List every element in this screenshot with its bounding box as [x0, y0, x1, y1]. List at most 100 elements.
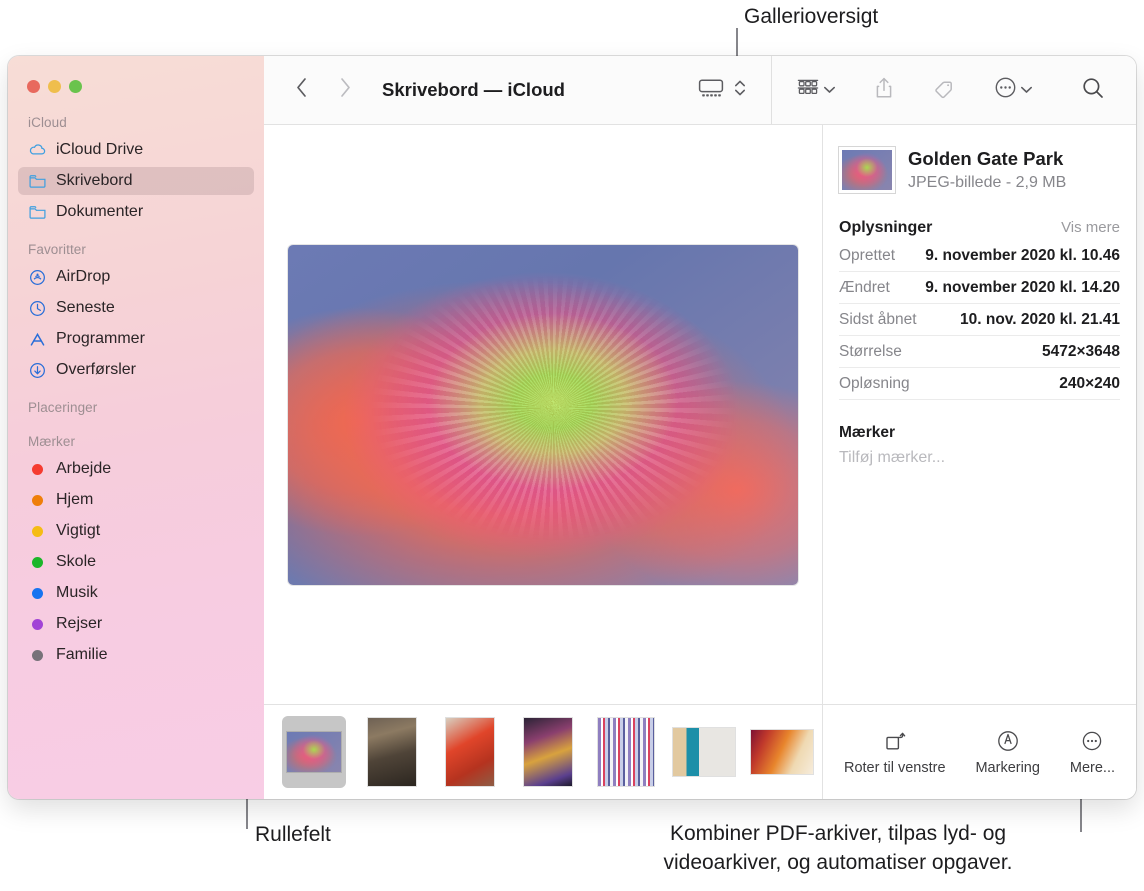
airdrop-icon [28, 268, 47, 287]
minimize-button[interactable] [48, 80, 61, 93]
sidebar-item-tag-familie[interactable]: Familie [18, 641, 254, 669]
row-key: Ændret [839, 279, 890, 296]
sidebar-section-icloud: iCloud [28, 115, 67, 130]
thumbnail-image [751, 730, 813, 774]
sidebar-item-label: Arbejde [56, 460, 112, 477]
thumbnail-image [524, 718, 572, 786]
cloud-icon [28, 141, 47, 160]
tag-button[interactable] [925, 73, 963, 107]
more-actions-button[interactable] [987, 73, 1040, 107]
zoom-button[interactable] [69, 80, 82, 93]
page-title: Skrivebord — iCloud [382, 79, 565, 100]
list-item[interactable] [282, 716, 346, 788]
chevron-down-icon [823, 81, 836, 99]
finder-window: iCloud iCloud Drive Skrivebord Dokumente… [8, 56, 1136, 799]
gallery-view-icon [698, 77, 724, 104]
file-kind-and-size: JPEG-billede - 2,9 MB [908, 174, 1067, 191]
list-item[interactable] [516, 716, 580, 788]
row-value: 5472×3648 [1041, 343, 1120, 360]
preview-column [264, 125, 823, 799]
close-button[interactable] [27, 80, 40, 93]
callout-gallery-leader-line [736, 28, 738, 58]
quick-action-label: Roter til venstre [843, 759, 946, 776]
sidebar: iCloud iCloud Drive Skrivebord Dokumente… [8, 56, 264, 799]
toolbar-group-search [1057, 56, 1136, 124]
list-item[interactable] [438, 716, 502, 788]
sidebar-item-label: Seneste [56, 299, 115, 316]
list-item[interactable] [360, 716, 424, 788]
show-more-link[interactable]: Vis mere [1061, 219, 1120, 236]
thumbnail-image [368, 718, 416, 786]
scrollbar-thumbnail-strip[interactable] [264, 704, 822, 799]
row-key: Oprettet [839, 247, 895, 264]
toolbar: Skrivebord — iCloud [264, 56, 1136, 125]
sidebar-item-label: Skole [56, 553, 97, 570]
callout-scrollbar-label: Rullefelt [255, 823, 331, 846]
sidebar-section-favoritter: Favoritter [28, 242, 87, 257]
tag-dot-icon [28, 646, 47, 665]
list-item[interactable] [750, 716, 814, 788]
screenshot-root: Gallerioversigt Rullefelt Kombiner PDF-a… [0, 0, 1144, 891]
sidebar-item-programmer[interactable]: Programmer [18, 325, 254, 353]
add-tags-input[interactable]: Tilføj mærker... [839, 449, 1120, 467]
back-button[interactable] [286, 75, 316, 105]
quick-actions-bar: Roter til venstre Markering Mere... [823, 704, 1136, 799]
share-button[interactable] [867, 73, 901, 107]
sidebar-item-label: iCloud Drive [56, 141, 144, 158]
forward-button[interactable] [330, 75, 360, 105]
details-heading: Oplysninger [839, 219, 933, 236]
preview-image[interactable] [288, 244, 798, 585]
sidebar-item-label: Familie [56, 646, 108, 663]
tag-dot-icon [28, 460, 47, 479]
list-item[interactable] [594, 716, 658, 788]
chevron-updown-icon [733, 76, 747, 105]
sidebar-item-tag-vigtigt[interactable]: Vigtigt [18, 517, 254, 545]
sidebar-item-icloud-drive[interactable]: iCloud Drive [18, 136, 254, 164]
table-row: Oprettet 9. november 2020 kl. 10.46 [839, 240, 1120, 272]
group-by-icon [796, 77, 820, 104]
sidebar-item-seneste[interactable]: Seneste [18, 294, 254, 322]
share-icon [874, 76, 894, 105]
thumbnail-image [673, 728, 735, 776]
tag-dot-icon [28, 491, 47, 510]
row-key: Sidst åbnet [839, 311, 917, 328]
gallery-view-button[interactable] [691, 73, 731, 107]
sidebar-item-airdrop[interactable]: AirDrop [18, 263, 254, 291]
search-button[interactable] [1074, 73, 1112, 107]
sidebar-item-tag-skole[interactable]: Skole [18, 548, 254, 576]
tag-dot-icon [28, 584, 47, 603]
sidebar-item-label: Musik [56, 584, 98, 601]
list-item[interactable] [672, 716, 736, 788]
toolbar-group-actions [772, 56, 1057, 124]
thumbnail-image [842, 150, 892, 190]
sidebar-item-dokumenter[interactable]: Dokumenter [18, 198, 254, 226]
sidebar-item-tag-musik[interactable]: Musik [18, 579, 254, 607]
more-quick-actions-button[interactable]: Mere... [1070, 729, 1115, 776]
folder-icon [28, 172, 47, 191]
tag-icon [932, 76, 956, 105]
table-row: Størrelse 5472×3648 [839, 336, 1120, 368]
rotate-left-button[interactable]: Roter til venstre [844, 729, 946, 776]
folder-icon [28, 203, 47, 222]
sidebar-section-placeringer: Placeringer [28, 400, 98, 415]
tag-dot-icon [28, 522, 47, 541]
sidebar-item-tag-rejser[interactable]: Rejser [18, 610, 254, 638]
view-mode-stepper[interactable] [731, 73, 754, 107]
sidebar-item-skrivebord[interactable]: Skrivebord [18, 167, 254, 195]
content-column: Skrivebord — iCloud Golden Gate Park JPE… [264, 56, 1136, 799]
preview-stage [264, 125, 822, 704]
markup-button[interactable]: Markering [975, 729, 1040, 776]
info-panel: Golden Gate Park JPEG-billede - 2,9 MB O… [823, 125, 1136, 799]
sidebar-item-label: Overførsler [56, 361, 136, 378]
sidebar-item-tag-hjem[interactable]: Hjem [18, 486, 254, 514]
sidebar-item-overforsler[interactable]: Overførsler [18, 356, 254, 384]
group-by-button[interactable] [789, 73, 843, 107]
row-value: 9. november 2020 kl. 14.20 [925, 279, 1120, 296]
file-thumbnail [839, 147, 895, 193]
search-icon [1081, 76, 1105, 105]
sidebar-item-tag-arbejde[interactable]: Arbejde [18, 455, 254, 483]
ellipsis-circle-icon [994, 76, 1017, 104]
chevron-left-icon [295, 77, 308, 103]
sidebar-item-label: Hjem [56, 491, 94, 508]
sidebar-item-label: Programmer [56, 330, 145, 347]
